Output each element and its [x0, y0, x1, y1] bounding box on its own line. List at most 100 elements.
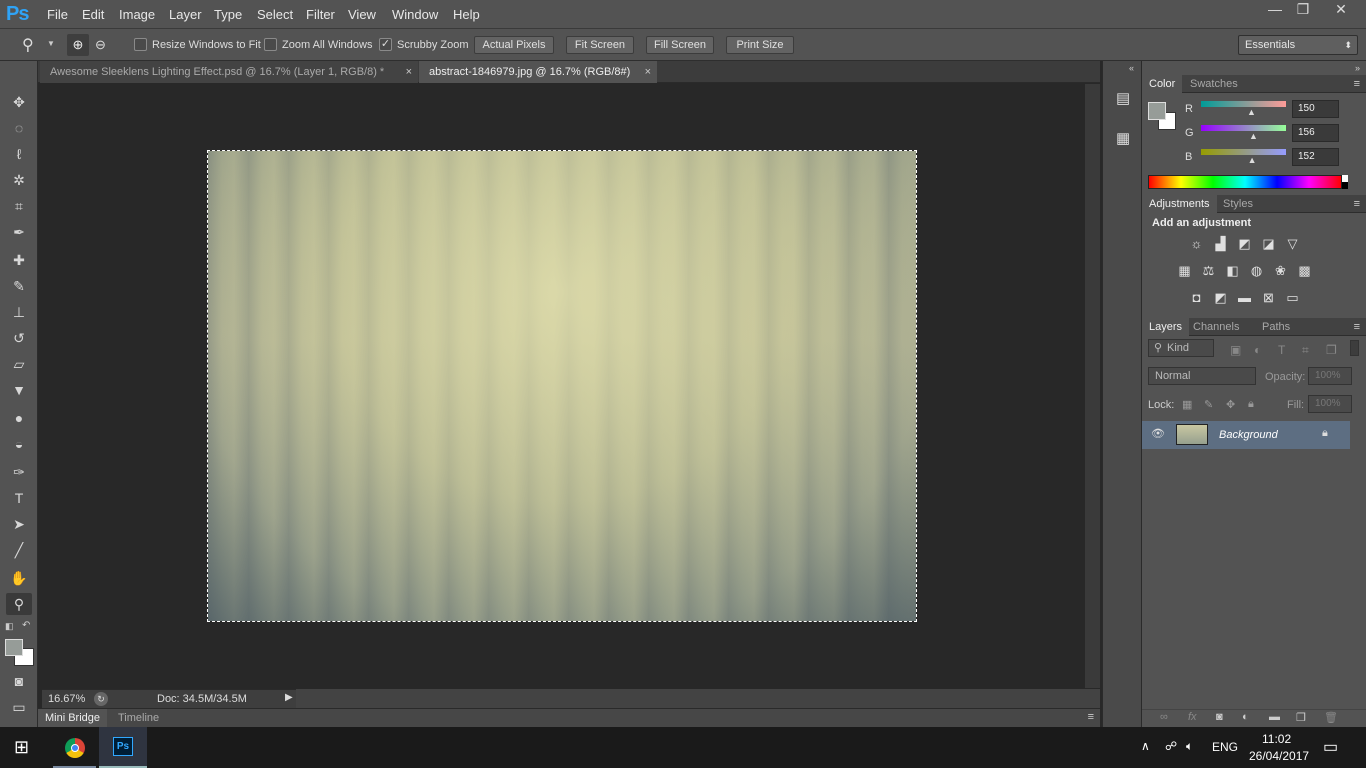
panel-menu-icon[interactable]: ≡	[1088, 711, 1094, 723]
layer-row-background[interactable]: 👁︎ Background 🔒︎	[1142, 421, 1350, 449]
clock-date[interactable]: 26/04/2017	[1249, 749, 1309, 763]
share-icon[interactable]: ↻	[94, 692, 108, 706]
color-lookup-icon[interactable]: ▩	[1296, 264, 1313, 278]
move-tool-icon[interactable]: ✥	[6, 91, 32, 113]
document-image[interactable]	[207, 150, 917, 622]
fill-screen-button[interactable]: Fill Screen	[646, 36, 714, 54]
g-value-field[interactable]: 156	[1292, 124, 1339, 142]
zoom-tool-icon[interactable]: ⚲	[6, 593, 32, 615]
scrubby-zoom-checkbox[interactable]: ✓	[379, 38, 392, 51]
tab-sleeklens-psd[interactable]: Awesome Sleeklens Lighting Effect.psd @ …	[40, 61, 418, 83]
eyedropper-icon[interactable]: ✒	[6, 221, 32, 243]
color-spectrum-ramp[interactable]	[1148, 175, 1342, 189]
resize-windows-checkbox[interactable]	[134, 38, 147, 51]
lock-position-icon[interactable]: ✥	[1226, 398, 1235, 411]
zoom-level[interactable]: 16.67%	[48, 693, 85, 705]
tab-abstract-jpg[interactable]: abstract-1846979.jpg @ 16.7% (RGB/8#) ×	[419, 61, 657, 83]
workspace-select[interactable]: Essentials ⬍	[1238, 35, 1358, 55]
chevron-down-icon[interactable]: ▼	[47, 39, 55, 48]
tab-channels[interactable]: Channels	[1186, 318, 1246, 336]
black-white-icon[interactable]: ◧	[1224, 264, 1241, 278]
horizontal-scrollbar[interactable]	[296, 689, 1100, 708]
b-slider[interactable]	[1201, 149, 1286, 155]
history-brush-icon[interactable]: ↺	[6, 327, 32, 349]
color-foreground-swatch[interactable]	[1148, 102, 1166, 120]
dodge-tool-icon[interactable]: ◒	[6, 433, 32, 455]
menu-type[interactable]: Type	[214, 7, 242, 22]
close-icon[interactable]: ×	[645, 61, 651, 83]
marquee-tool-icon[interactable]: ◌	[6, 117, 32, 139]
trash-icon[interactable]: 🗑︎	[1324, 711, 1338, 724]
menu-layer[interactable]: Layer	[169, 7, 202, 22]
swap-colors-icon[interactable]: ↶	[22, 620, 30, 631]
g-slider[interactable]	[1201, 125, 1286, 131]
menu-image[interactable]: Image	[119, 7, 155, 22]
properties-panel-icon[interactable]: ▦	[1116, 129, 1130, 147]
add-mask-icon[interactable]: ◙	[1216, 711, 1223, 723]
panel-menu-icon[interactable]: ≡	[1354, 75, 1360, 93]
blur-tool-icon[interactable]: ●	[6, 407, 32, 429]
tab-timeline[interactable]: Timeline	[112, 709, 165, 728]
chrome-taskbar-button[interactable]	[53, 727, 96, 768]
filter-toggle[interactable]	[1350, 340, 1359, 356]
color-balance-icon[interactable]: ⚖	[1200, 264, 1217, 278]
menu-filter[interactable]: Filter	[306, 7, 335, 22]
tab-layers[interactable]: Layers	[1142, 318, 1190, 336]
clock-time[interactable]: 11:02	[1262, 732, 1291, 746]
photo-filter-icon[interactable]: ◍	[1248, 264, 1265, 278]
channel-mixer-icon[interactable]: ❀	[1272, 264, 1289, 278]
new-group-icon[interactable]: ▬	[1269, 711, 1280, 723]
vertical-scrollbar[interactable]	[1085, 84, 1100, 688]
opacity-field[interactable]: 100%	[1308, 367, 1352, 385]
tab-mini-bridge[interactable]: Mini Bridge	[38, 709, 108, 728]
fx-icon[interactable]: fx	[1188, 711, 1197, 723]
zoom-all-checkbox[interactable]	[264, 38, 277, 51]
quick-mask-icon[interactable]: ◙	[6, 670, 32, 692]
screen-mode-icon[interactable]: ▭	[6, 696, 32, 718]
fill-field[interactable]: 100%	[1308, 395, 1352, 413]
stamp-tool-icon[interactable]: ⊥	[6, 301, 32, 323]
exposure-icon[interactable]: ◪	[1260, 237, 1277, 251]
default-colors-icon[interactable]: ◧	[5, 621, 14, 632]
menu-help[interactable]: Help	[453, 7, 480, 22]
eraser-tool-icon[interactable]: ▱	[6, 353, 32, 375]
gradient-map-icon[interactable]: ▭	[1284, 291, 1301, 305]
invert-icon[interactable]: ◘	[1188, 291, 1205, 305]
tab-swatches[interactable]: Swatches	[1183, 75, 1245, 93]
paint-bucket-icon[interactable]: ▼	[6, 379, 32, 401]
layer-name[interactable]: Background	[1219, 429, 1278, 441]
status-menu-arrow-icon[interactable]: ▶	[285, 692, 293, 703]
r-value-field[interactable]: 150	[1292, 100, 1339, 118]
black-white-ramp[interactable]	[1342, 175, 1348, 189]
filter-pixel-icon[interactable]: ▣	[1230, 343, 1241, 357]
levels-icon[interactable]: ▟	[1212, 237, 1229, 251]
tab-adjustments[interactable]: Adjustments	[1142, 195, 1217, 213]
windows-start-icon[interactable]: ⊞	[14, 737, 29, 758]
volume-icon[interactable]: 🔈︎	[1186, 739, 1193, 754]
tray-chevron-icon[interactable]: ∧	[1141, 739, 1150, 753]
blend-mode-select[interactable]: Normal	[1148, 367, 1256, 385]
new-layer-icon[interactable]: ❐	[1296, 711, 1306, 724]
threshold-icon[interactable]: ▬	[1236, 291, 1253, 305]
menu-view[interactable]: View	[348, 7, 376, 22]
print-size-button[interactable]: Print Size	[726, 36, 794, 54]
new-adjustment-icon[interactable]: ◐	[1242, 711, 1249, 723]
filter-smart-object-icon[interactable]: ❐	[1326, 343, 1337, 357]
menu-window[interactable]: Window	[392, 7, 438, 22]
type-tool-icon[interactable]: T	[6, 487, 32, 509]
g-slider-thumb-icon[interactable]: ▲	[1249, 131, 1258, 141]
b-value-field[interactable]: 152	[1292, 148, 1339, 166]
posterize-icon[interactable]: ◩	[1212, 291, 1229, 305]
panel-menu-icon[interactable]: ≡	[1354, 318, 1360, 336]
close-icon[interactable]: ×	[406, 61, 412, 83]
lock-transparent-icon[interactable]: ▦	[1182, 398, 1192, 411]
zoom-tool-preset-icon[interactable]: ⚲	[22, 35, 34, 55]
r-slider[interactable]	[1201, 101, 1286, 107]
network-icon[interactable]: ☍	[1165, 739, 1177, 753]
tab-paths[interactable]: Paths	[1255, 318, 1297, 336]
panel-menu-icon[interactable]: ≡	[1354, 195, 1360, 213]
path-selection-icon[interactable]: ➤	[6, 513, 32, 535]
line-tool-icon[interactable]: ╱	[6, 539, 32, 561]
layer-filter-kind[interactable]: ⚲ Kind	[1148, 339, 1214, 357]
menu-select[interactable]: Select	[257, 7, 293, 22]
